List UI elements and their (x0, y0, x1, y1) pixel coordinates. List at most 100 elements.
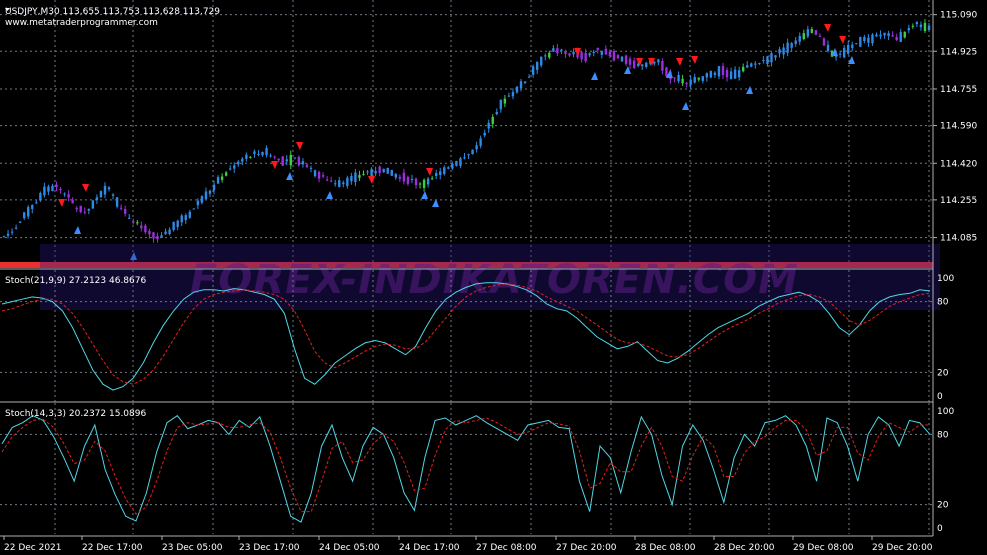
candle-body (750, 63, 753, 67)
candle-body (834, 56, 838, 58)
candle-body (810, 29, 814, 33)
candle-body (119, 207, 123, 209)
candle-body (519, 81, 523, 89)
candle-body (770, 53, 773, 63)
candle-body (628, 58, 632, 65)
candle-body (875, 34, 878, 37)
candle-body (475, 145, 478, 150)
candle-body (463, 157, 466, 159)
candle-body (439, 171, 442, 176)
candle-body (394, 174, 398, 178)
candle-body (467, 154, 470, 156)
candle-body (35, 202, 38, 204)
candle-body (899, 32, 902, 42)
candle-body (329, 180, 333, 182)
candle-body (99, 191, 103, 198)
time-axis-label: 24 Dec 17:00 (399, 543, 460, 553)
candle-body (855, 43, 858, 45)
candle-body (838, 53, 842, 55)
candle-body (354, 172, 357, 183)
time-axis-label: 22 Dec 2021 (4, 543, 62, 553)
candle-body (180, 215, 183, 223)
candle-body (507, 95, 511, 97)
candle-body (43, 186, 46, 196)
chart-window[interactable]: USDJPY,M30 113.655 113.753 113.628 113.7… (0, 0, 987, 555)
candle-body (612, 51, 616, 61)
candle-body (172, 221, 175, 230)
candle-body (358, 174, 361, 178)
candle-body (645, 62, 648, 67)
candle-body (531, 66, 535, 75)
candle-body (382, 168, 385, 173)
candle-body (257, 153, 260, 155)
time-axis-label: 23 Dec 17:00 (239, 543, 300, 553)
candle-body (71, 199, 74, 204)
candle-body (540, 56, 543, 66)
candle-body (6, 233, 10, 236)
watermark-text: FOREX-INDIKATOREN.COM (190, 257, 799, 303)
candle-body (378, 166, 381, 174)
candle-body (681, 78, 684, 84)
candle-body (220, 176, 224, 180)
candle-body (334, 183, 337, 185)
candle-body (188, 211, 192, 218)
candle-body (919, 24, 923, 28)
candle-body (729, 71, 733, 80)
candle-body (63, 193, 66, 195)
candle-body (14, 227, 18, 229)
candle-body (556, 48, 559, 54)
candle-body (51, 185, 54, 191)
candle-body (907, 28, 911, 31)
candle-body (47, 186, 50, 192)
candle-body (430, 178, 434, 180)
candle-body (390, 169, 393, 176)
candle-body (67, 194, 70, 198)
candle-body (132, 221, 135, 223)
candle-body (548, 52, 551, 58)
candle-body (766, 56, 769, 65)
time-axis-label: 23 Dec 05:00 (162, 543, 223, 553)
candle-body (402, 172, 406, 182)
candle-body (224, 172, 228, 176)
candle-body (778, 49, 781, 54)
time-axis-label: 29 Dec 08:00 (793, 543, 854, 553)
candle-body (309, 167, 313, 169)
candle-body (483, 132, 486, 136)
candle-body (103, 185, 107, 195)
candle-body (705, 73, 709, 78)
candle-body (802, 33, 805, 40)
candle-body (600, 50, 604, 55)
candle-body (737, 70, 741, 78)
candle-body (200, 196, 204, 203)
candle-body (798, 35, 801, 42)
candle-body (253, 151, 256, 154)
candle-body (249, 156, 252, 158)
candle-body (281, 156, 284, 166)
candle-body (305, 164, 309, 168)
candle-body (443, 167, 446, 175)
candle-body (265, 148, 268, 156)
candle-body (758, 63, 761, 65)
candle-body (418, 183, 422, 185)
level-label: 80 (937, 298, 949, 308)
symbol-info: USDJPY,M30 113.655 113.753 113.628 113.7… (5, 7, 220, 17)
candle-body (410, 179, 414, 181)
candle-body (297, 156, 301, 166)
price-axis-label: 114.085 (940, 234, 977, 244)
candle-body (83, 211, 86, 213)
candle-body (261, 151, 264, 156)
candle-body (22, 212, 26, 219)
level-label: 20 (937, 368, 949, 378)
candle-body (689, 79, 692, 85)
candle-body (741, 66, 745, 72)
candle-body (879, 34, 882, 37)
candle-body (321, 175, 325, 177)
candle-body (313, 170, 317, 177)
candle-body (883, 32, 886, 36)
candle-body (301, 161, 305, 165)
level-label: 100 (937, 407, 954, 417)
candle-body (204, 191, 208, 200)
candle-body (911, 25, 915, 27)
candle-body (317, 171, 321, 179)
candle-body (725, 70, 729, 78)
